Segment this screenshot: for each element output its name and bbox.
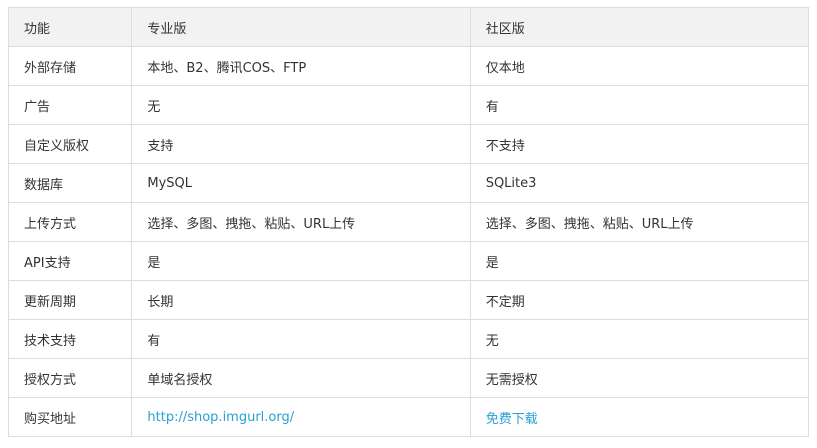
table-row: 外部存储 本地、B2、腾讯COS、FTP 仅本地 xyxy=(7,46,810,86)
community-cell: 是 xyxy=(469,241,810,281)
feature-cell: 购买地址 xyxy=(7,397,133,437)
purchase-link[interactable]: http://shop.imgurl.org/ xyxy=(147,410,294,425)
pro-cell: MySQL xyxy=(131,163,471,203)
table-row: 授权方式 单域名授权 无需授权 xyxy=(7,358,810,398)
header-pro-edition: 专业版 xyxy=(131,7,471,47)
community-cell: 不支持 xyxy=(469,124,810,164)
header-community-edition: 社区版 xyxy=(469,7,810,47)
edition-comparison-table: 功能 专业版 社区版 外部存储 本地、B2、腾讯COS、FTP 仅本地 广告 无… xyxy=(7,7,810,437)
feature-cell: 技术支持 xyxy=(7,319,133,359)
community-cell: 不定期 xyxy=(469,280,810,320)
table-row: 购买地址 http://shop.imgurl.org/ 免费下载 xyxy=(7,397,810,437)
pro-cell: 选择、多图、拽拖、粘贴、URL上传 xyxy=(131,202,471,242)
comparison-table-container: 功能 专业版 社区版 外部存储 本地、B2、腾讯COS、FTP 仅本地 广告 无… xyxy=(7,7,810,437)
feature-cell: 自定义版权 xyxy=(7,124,133,164)
pro-cell: 支持 xyxy=(131,124,471,164)
community-cell: 无 xyxy=(469,319,810,359)
pro-cell: 是 xyxy=(131,241,471,281)
pro-cell: 无 xyxy=(131,85,471,125)
table-row: 技术支持 有 无 xyxy=(7,319,810,359)
feature-cell: API支持 xyxy=(7,241,133,281)
community-cell: 无需授权 xyxy=(469,358,810,398)
pro-cell: 长期 xyxy=(131,280,471,320)
pro-cell: 有 xyxy=(131,319,471,359)
community-cell: SQLite3 xyxy=(469,163,810,203)
pro-cell: 单域名授权 xyxy=(131,358,471,398)
community-cell: 选择、多图、拽拖、粘贴、URL上传 xyxy=(469,202,810,242)
community-cell: 仅本地 xyxy=(469,46,810,86)
table-row: 自定义版权 支持 不支持 xyxy=(7,124,810,164)
community-cell: 免费下载 xyxy=(469,397,810,437)
header-feature: 功能 xyxy=(7,7,133,47)
feature-cell: 数据库 xyxy=(7,163,133,203)
pro-cell: 本地、B2、腾讯COS、FTP xyxy=(131,46,471,86)
table-row: 更新周期 长期 不定期 xyxy=(7,280,810,320)
free-download-link[interactable]: 免费下载 xyxy=(486,412,538,427)
feature-cell: 外部存储 xyxy=(7,46,133,86)
table-row: 广告 无 有 xyxy=(7,85,810,125)
table-row: 数据库 MySQL SQLite3 xyxy=(7,163,810,203)
table-row: API支持 是 是 xyxy=(7,241,810,281)
pro-cell: http://shop.imgurl.org/ xyxy=(131,397,471,437)
feature-cell: 授权方式 xyxy=(7,358,133,398)
table-row: 上传方式 选择、多图、拽拖、粘贴、URL上传 选择、多图、拽拖、粘贴、URL上传 xyxy=(7,202,810,242)
feature-cell: 上传方式 xyxy=(7,202,133,242)
table-header-row: 功能 专业版 社区版 xyxy=(7,7,810,47)
feature-cell: 更新周期 xyxy=(7,280,133,320)
feature-cell: 广告 xyxy=(7,85,133,125)
community-cell: 有 xyxy=(469,85,810,125)
